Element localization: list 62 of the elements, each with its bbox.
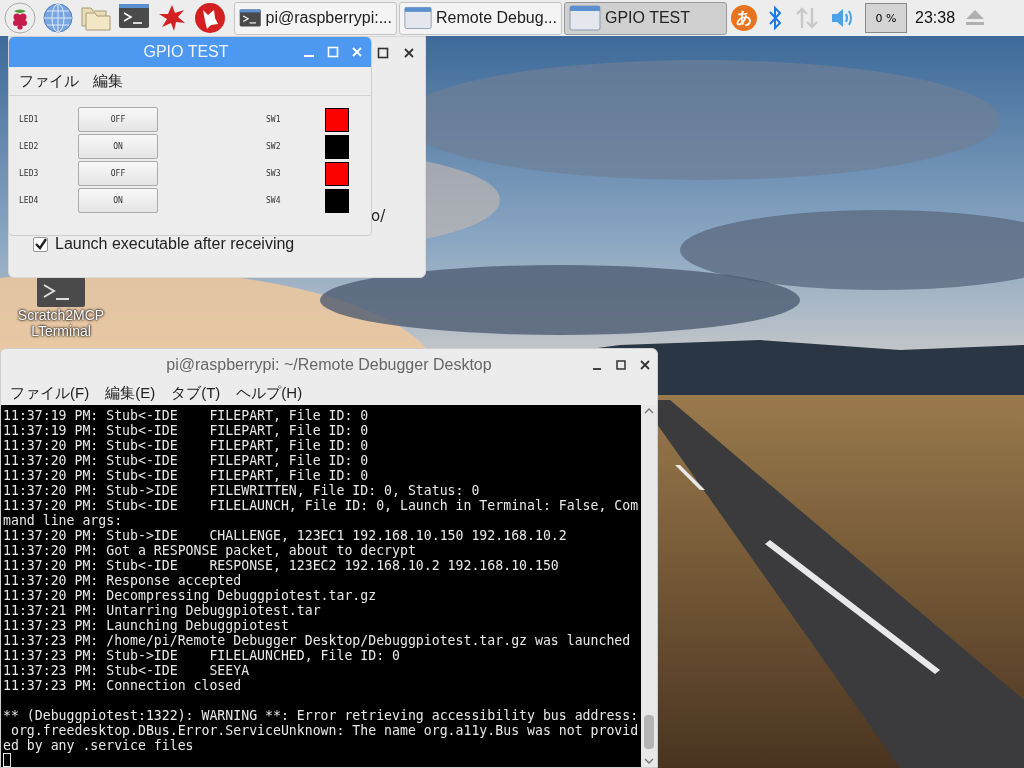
output-line: ** (Debuggpiotest:1322): WARNING **: Error retrieving accessibility bus address: [3,708,640,723]
output-line: 11:37:23 PM: /home/pi/Remote Debugger Desktop/Debuggpiotest.tar.gz was launched [3,633,632,648]
output-line: 11:37:23 PM: Launching Debuggpiotest [3,618,290,633]
cpu-monitor: 0 % [865,3,907,33]
switch-label: SW1 [266,115,282,124]
taskbar-button[interactable]: Remote Debug... [399,1,562,35]
scrollbar[interactable] [641,405,657,767]
output-line: 11:37:23 PM: Stub->IDE FILELAUNCHED, File ID: 0 [3,648,401,663]
output-line: 11:37:20 PM: Stub<-IDE FILELAUNCH, File ID: 0, Launch in Terminal: False, Com [3,498,640,513]
checkbox[interactable] [33,236,48,252]
toggle-button[interactable]: OFF [78,161,158,186]
menu-item[interactable]: 編集 [93,71,123,91]
led-label: LED3 [19,169,40,178]
taskbar-button[interactable]: pi@raspberrypi:... [234,1,397,35]
window-icon [569,4,601,32]
scrollbar-thumb[interactable] [644,715,654,749]
window-title: GPIO TEST [143,43,229,61]
switch-label: SW3 [266,169,282,178]
window-title: pi@raspberrypi: ~/Remote Debugger Desktop [166,356,492,374]
output-line: mand line args: [3,513,124,528]
output-line: 11:37:20 PM: Response accepted [3,573,243,588]
toggle-button[interactable]: ON [78,188,158,213]
output-line: 11:37:23 PM: Connection closed [3,678,243,693]
checkmark-icon [34,238,47,250]
led-label: LED2 [19,142,40,151]
output-line: 11:37:20 PM: Stub->IDE FILEWRITTEN, File ID: 0, Status: 0 [3,483,481,498]
output-line: 11:37:20 PM: Got a RESPONSE packet, about to decrypt [3,543,417,558]
switch-label: SW2 [266,142,282,151]
output-line: 11:37:20 PM: Stub<-IDE FILEPART, File ID: 0 [3,468,370,483]
terminal-icon[interactable] [37,277,85,307]
led-label: LED4 [19,196,40,205]
output-line: 11:37:20 PM: Stub<-IDE FILEPART, File ID: 0 [3,438,370,453]
maximize-icon[interactable] [377,47,389,59]
window-icon [404,4,433,32]
output-line: 11:37:20 PM: Stub<-IDE RESPONSE, 123EC2 192.168.10.2 192.168.10.150 [3,558,560,573]
switch-label: SW4 [266,196,282,205]
close-icon[interactable] [639,359,651,371]
globe-icon[interactable] [42,2,74,34]
menu-item[interactable]: ファイル [19,71,79,91]
label-text: o/ [371,207,386,225]
output-line: 11:37:20 PM: Stub<-IDE FILEPART, File ID: 0 [3,453,370,468]
raspberry-icon[interactable] [4,2,36,34]
output-line: 11:37:20 PM: Stub->IDE CHALLENGE, 123EC1 192.168.10.150 192.168.10.2 [3,528,568,543]
close-icon[interactable] [403,47,415,59]
menu-item[interactable]: 編集(E) [105,383,156,403]
menu-item[interactable]: ファイル(F) [10,383,90,403]
toggle-button[interactable]: OFF [78,107,158,132]
checkbox-label: Launch executable after receiving [55,235,295,253]
clock: 23:38 [915,9,956,27]
output-line: 11:37:23 PM: Stub<-IDE SEEYA [3,663,251,678]
output-line: 11:37:20 PM: Decompressing Debuggpiotest.tar.gz [3,588,378,603]
menu-item[interactable]: ヘルプ(H) [236,383,303,403]
output-line: org.freedesktop.DBus.Error.ServiceUnknown: The name org.a11y.Bus was not provid [9,723,640,738]
output-line: 11:37:19 PM: Stub<-IDE FILEPART, File ID: 0 [3,423,370,438]
maximize-icon[interactable] [615,359,627,371]
output-line: 11:37:19 PM: Stub<-IDE FILEPART, File ID: 0 [3,408,370,423]
taskbar-button[interactable]: GPIO TEST [564,1,727,35]
output-line: 11:37:21 PM: Untarring Debuggpiotest.tar [3,603,322,618]
led-label: LED1 [19,115,40,124]
menu-item[interactable]: タブ(T) [171,383,221,403]
toggle-button[interactable]: ON [78,134,158,159]
output-line: ed by any .service files [3,738,195,753]
